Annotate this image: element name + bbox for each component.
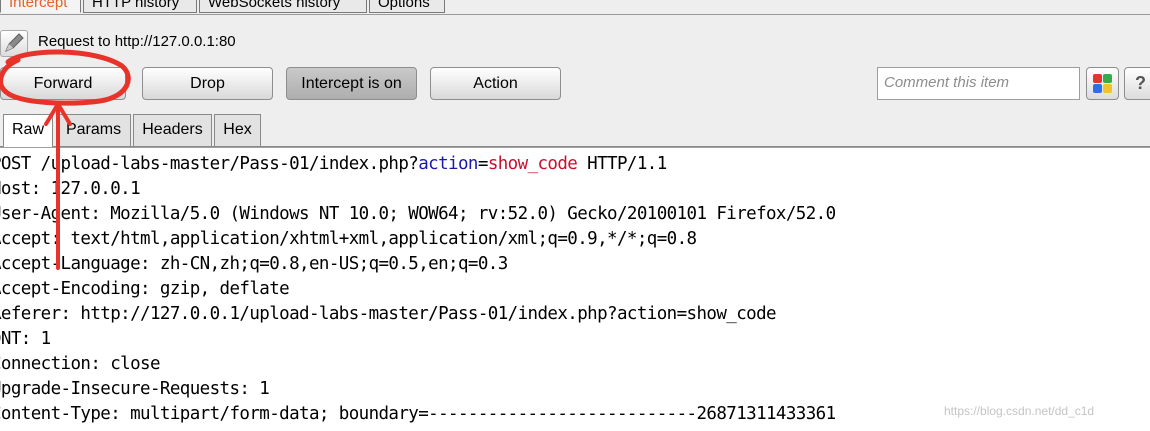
- comment-input[interactable]: Comment this item: [877, 67, 1080, 100]
- tab-raw-label: Raw: [11, 121, 44, 138]
- tab-raw[interactable]: Raw: [3, 114, 53, 147]
- tab-options[interactable]: Options: [369, 0, 445, 13]
- highlight-color-button[interactable]: [1086, 67, 1119, 100]
- tab-intercept[interactable]: Intercept: [0, 0, 81, 13]
- tab-headers-label: Headers: [142, 121, 203, 138]
- tab-headers[interactable]: Headers: [133, 114, 212, 146]
- tab-websockets-history[interactable]: WebSockets history: [199, 0, 367, 13]
- param-name: action: [418, 154, 478, 174]
- tab-hex[interactable]: Hex: [214, 114, 261, 146]
- http-version: HTTP/1.1: [577, 154, 667, 174]
- request-line-8: DNT: 1: [0, 329, 51, 349]
- tab-hex-label: Hex: [223, 121, 252, 138]
- color-grid-icon: [1093, 74, 1112, 93]
- request-line-5: Accept-Language: zh-CN,zh;q=0.8,en-US;q=…: [0, 254, 508, 274]
- drop-button[interactable]: Drop: [142, 67, 273, 100]
- request-line-10: Upgrade-Insecure-Requests: 1: [0, 379, 270, 399]
- request-line-6: Accept-Encoding: gzip, deflate: [0, 279, 290, 299]
- top-tab-strip: Intercept HTTP history WebSockets histor…: [0, 0, 1150, 15]
- tab-params[interactable]: Params: [56, 114, 131, 146]
- intercept-toggle-button[interactable]: Intercept is on: [286, 67, 417, 100]
- message-view-tabs: Raw Params Headers Hex: [0, 112, 1150, 147]
- watermark: https://blog.csdn.net/dd_c1d: [944, 404, 1095, 418]
- request-line-1: POST /upload-labs-master/Pass-01/index.p…: [0, 154, 667, 174]
- pencil-icon[interactable]: [0, 30, 28, 57]
- tab-websockets-history-label: WebSockets history: [208, 0, 341, 11]
- request-line-11: Content-Type: multipart/form-data; bound…: [0, 404, 836, 424]
- request-line-3: User-Agent: Mozilla/5.0 (Windows NT 10.0…: [0, 204, 836, 224]
- tab-intercept-label: Intercept: [9, 0, 68, 11]
- request-line-7: Referer: http://127.0.0.1/upload-labs-ma…: [0, 304, 777, 324]
- request-target-label: Request to http://127.0.0.1:80: [38, 33, 236, 50]
- param-value: show_code: [487, 154, 578, 174]
- tab-http-history[interactable]: HTTP history: [83, 0, 197, 13]
- forward-button[interactable]: Forward: [0, 67, 126, 100]
- request-path: POST /upload-labs-master/Pass-01/index.p…: [0, 154, 419, 174]
- tab-params-label: Params: [65, 121, 122, 138]
- help-icon: ?: [1135, 73, 1146, 93]
- request-line-9: Connection: close: [0, 354, 161, 374]
- request-line-2: Host: 127.0.0.1: [0, 179, 141, 199]
- help-button[interactable]: ?: [1124, 67, 1150, 100]
- param-equals: =: [477, 154, 489, 174]
- tab-http-history-label: HTTP history: [92, 0, 180, 11]
- raw-request-editor[interactable]: POST /upload-labs-master/Pass-01/index.p…: [0, 147, 1150, 431]
- tab-options-label: Options: [378, 0, 430, 11]
- action-button[interactable]: Action: [430, 67, 561, 100]
- request-line-4: Accept: text/html,application/xhtml+xml,…: [0, 229, 697, 249]
